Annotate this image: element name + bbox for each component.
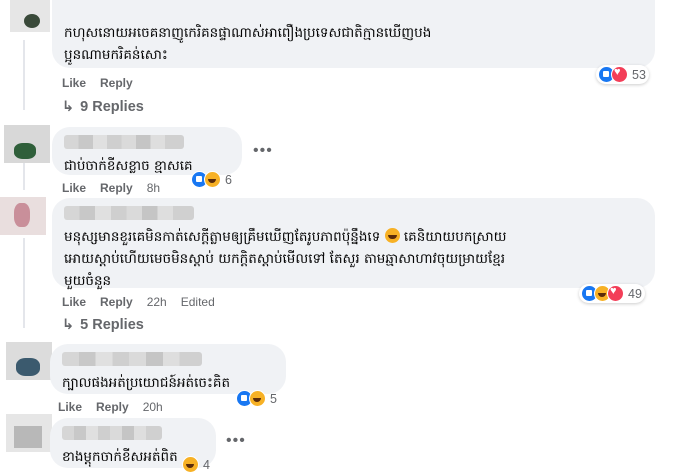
comment-text: មនុស្សមានខួរគេមិនកាត់សេក្តីត្លាមឲ្យគ្រឹម… <box>64 226 643 292</box>
avatar[interactable] <box>10 0 50 32</box>
view-replies-link[interactable]: ↳ 9 Replies <box>62 99 144 115</box>
timestamp[interactable]: 20h <box>143 400 163 414</box>
more-options-icon[interactable]: ••• <box>253 142 273 160</box>
comment-actions: Like Reply 20h <box>58 400 163 414</box>
avatar[interactable] <box>0 197 46 235</box>
author-name[interactable] <box>64 135 184 149</box>
avatar[interactable] <box>6 342 52 380</box>
reaction-summary[interactable]: 5 <box>236 390 277 407</box>
like-button[interactable]: Like <box>62 295 86 309</box>
love-reaction-icon <box>611 66 628 83</box>
reaction-count: 53 <box>632 67 646 82</box>
view-replies-link[interactable]: ↳ 5 Replies <box>62 317 144 333</box>
comment-bubble: កហុសនោយអចេគនាញូកេរិគនផ្ទាណាស់អាពឿងប្រទេស… <box>52 0 655 68</box>
reaction-count: 4 <box>203 457 210 472</box>
comment-actions: Like Reply 8h <box>62 181 160 195</box>
reaction-count: 49 <box>628 286 642 301</box>
reply-button[interactable]: Reply <box>96 400 129 414</box>
reaction-count: 6 <box>225 172 232 187</box>
reply-arrow-icon: ↳ <box>62 317 75 333</box>
replies-count: 5 Replies <box>80 317 144 333</box>
reaction-count: 5 <box>270 391 277 406</box>
edited-label: Edited <box>180 295 215 309</box>
reply-button[interactable]: Reply <box>100 295 133 309</box>
comment-actions: Like Reply 22h Edited <box>62 295 215 309</box>
haha-reaction-icon <box>204 171 221 188</box>
like-button[interactable]: Like <box>62 181 86 195</box>
haha-reaction-icon <box>182 456 199 473</box>
timestamp[interactable]: 22h <box>147 295 167 309</box>
reply-button[interactable]: Reply <box>100 76 133 90</box>
like-button[interactable]: Like <box>58 400 82 414</box>
laughing-emoji-icon <box>384 228 400 243</box>
reaction-summary[interactable]: 6 <box>191 171 232 188</box>
comment-bubble: ក្បាលផងអត់ប្រយោជន៍អត់ចេះគិត <box>50 344 286 394</box>
thread-line <box>23 40 25 110</box>
author-name[interactable] <box>64 206 194 220</box>
comment-text: កហុសនោយអចេគនាញូកេរិគនផ្ទាណាស់អាពឿងប្រទេស… <box>64 25 432 63</box>
comment-actions: Like Reply <box>62 76 133 90</box>
comment-text-part: មនុស្សមានខួរគេមិនកាត់សេក្តីត្លាមឲ្យគ្រឹម… <box>64 229 381 245</box>
avatar[interactable] <box>4 125 50 163</box>
reaction-summary[interactable]: 4 <box>182 456 210 473</box>
reaction-summary[interactable]: 49 <box>579 284 645 303</box>
avatar[interactable] <box>6 414 52 452</box>
timestamp[interactable]: 8h <box>147 181 160 195</box>
reaction-summary[interactable]: 53 <box>596 65 649 84</box>
comment-bubble: ជាប់ចាក់ខីសខ្លាច ខ្មាសគេ <box>52 127 242 175</box>
reply-arrow-icon: ↳ <box>62 99 75 115</box>
comment-bubble: មនុស្សមានខួរគេមិនកាត់សេក្តីត្លាមឲ្យគ្រឹម… <box>52 198 655 289</box>
thread-line <box>23 238 25 328</box>
author-name[interactable] <box>62 426 162 440</box>
more-options-icon[interactable]: ••• <box>226 432 246 450</box>
like-button[interactable]: Like <box>62 76 86 90</box>
author-name[interactable] <box>62 352 202 366</box>
love-reaction-icon <box>607 285 624 302</box>
haha-reaction-icon <box>249 390 266 407</box>
reply-button[interactable]: Reply <box>100 181 133 195</box>
thread-line <box>23 160 25 190</box>
replies-count: 9 Replies <box>80 99 144 115</box>
